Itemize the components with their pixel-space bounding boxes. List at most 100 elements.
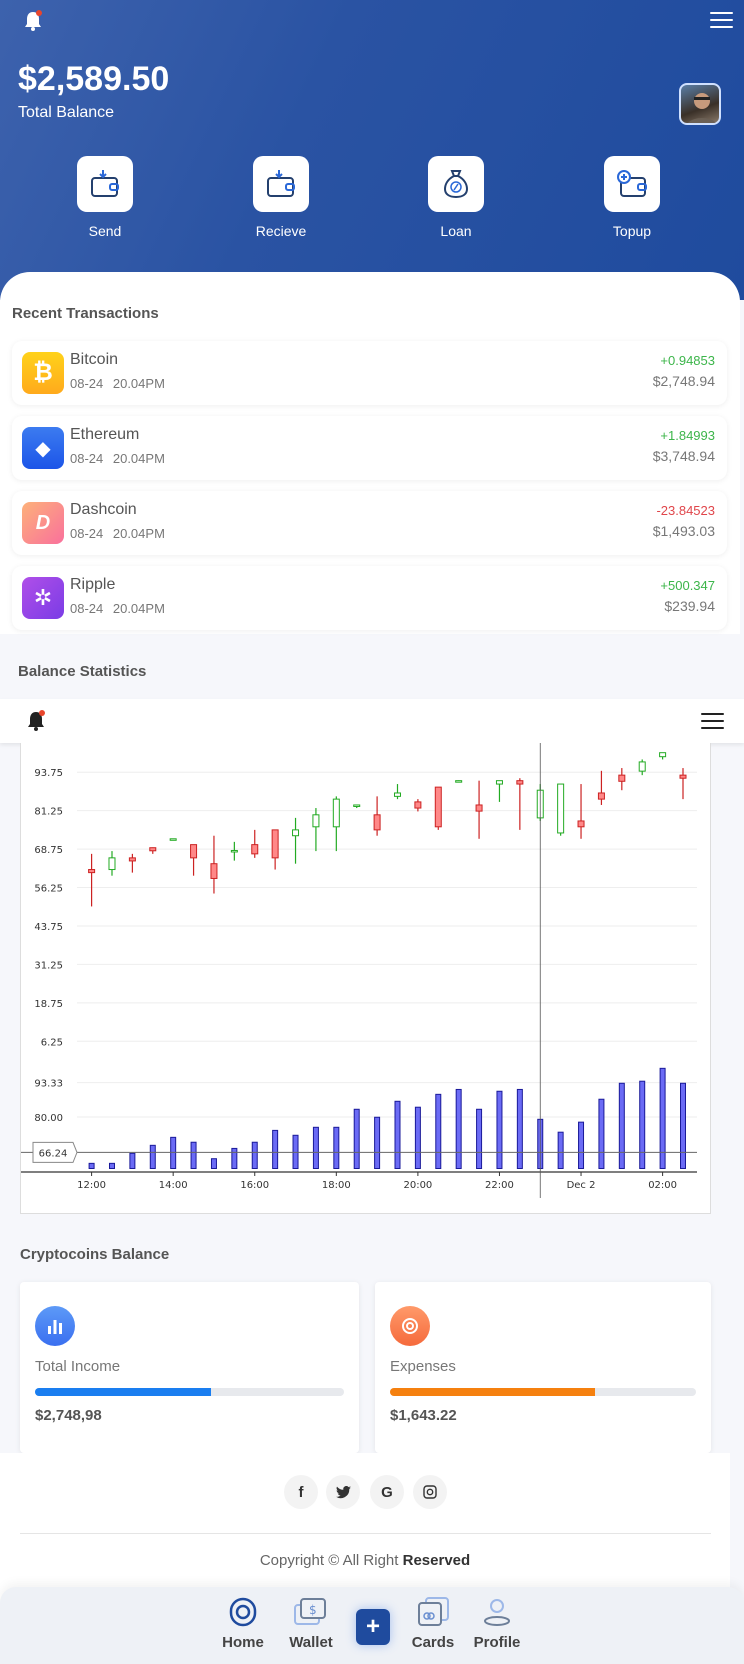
notification-bell-icon[interactable] <box>25 710 47 732</box>
price-tick-label: 6.25 <box>41 1037 63 1048</box>
candle-body <box>312 814 320 828</box>
transaction-name: Dashcoin <box>70 501 137 518</box>
volume-bar <box>312 1126 319 1169</box>
topup-button[interactable] <box>604 156 660 212</box>
candlestick-chart: 6.25 18.75 31.25 43.75 56.25 68.75 81.25 93.75 8… <box>20 743 711 1214</box>
wallet-plus-icon <box>617 170 647 197</box>
candle-body <box>271 829 279 859</box>
loan-button[interactable] <box>428 156 484 212</box>
bottom-navigation: Home $ Wallet + Cards Profile <box>0 1587 744 1664</box>
nav-profile[interactable]: Profile <box>465 1597 529 1651</box>
notification-bell-icon[interactable] <box>22 10 44 32</box>
cards-icon <box>418 1597 449 1626</box>
total-balance-label: Total Balance <box>18 104 115 121</box>
candle-body <box>495 780 503 785</box>
volume-bar <box>333 1126 340 1169</box>
volume-bar <box>210 1158 217 1169</box>
menu-icon[interactable] <box>710 12 733 33</box>
transaction-item-ethereum[interactable]: ◆ Ethereum 08-24 20.04PM +1.84993 $3,748… <box>12 416 727 480</box>
volume-bar <box>108 1162 115 1170</box>
transaction-item-dashcoin[interactable]: D Dashcoin 08-24 20.04PM -23.84523 $1,49… <box>12 491 727 555</box>
send-label: Send <box>88 223 122 239</box>
x-tick-label: 18:00 <box>322 1180 351 1191</box>
receive-button[interactable] <box>253 156 309 212</box>
volume-bar <box>476 1108 483 1169</box>
volume-bar <box>414 1106 421 1169</box>
candle-body <box>230 849 238 853</box>
volume-bar <box>455 1088 462 1170</box>
volume-bar <box>231 1147 238 1170</box>
volume-tick-label: 80.00 <box>34 1113 63 1124</box>
volume-bar <box>496 1090 503 1169</box>
nav-cards[interactable]: Cards <box>401 1597 465 1651</box>
candle-body <box>618 774 626 782</box>
nav-wallet[interactable]: $ Wallet <box>279 1597 343 1651</box>
nav-home[interactable]: Home <box>211 1597 275 1651</box>
candle-body <box>108 857 116 871</box>
target-icon <box>390 1306 430 1346</box>
instagram-icon[interactable] <box>413 1475 447 1509</box>
candle-body <box>190 844 198 859</box>
x-tick-label: 16:00 <box>240 1180 269 1191</box>
candle-body <box>149 847 157 852</box>
transaction-amount: +0.94853 <box>660 353 715 368</box>
x-tick-label: Dec 2 <box>567 1180 596 1191</box>
candle-body <box>393 792 401 797</box>
copyright-reserved: Reserved <box>402 1552 471 1569</box>
footer <box>0 1453 730 1603</box>
google-icon[interactable]: G <box>370 1475 404 1509</box>
topup-label: Topup <box>612 223 652 239</box>
volume-bar <box>251 1141 258 1169</box>
transaction-date: 08-24 20.04PM <box>70 451 165 466</box>
transaction-item-ripple[interactable]: ✲ Ripple 08-24 20.04PM +500.347 $239.94 <box>12 566 727 630</box>
menu-icon[interactable] <box>701 713 724 734</box>
twitter-icon[interactable] <box>326 1475 360 1509</box>
price-tick-label: 81.25 <box>34 807 63 818</box>
x-tick-label: 12:00 <box>77 1180 106 1191</box>
receive-label: Recieve <box>255 223 307 239</box>
volume-bar <box>292 1134 299 1169</box>
candle-body <box>88 869 96 874</box>
card-label: Total Income <box>35 1358 121 1375</box>
profile-icon <box>484 1599 510 1626</box>
ethereum-icon: ◆ <box>22 427 64 469</box>
money-bag-percent-icon <box>443 170 469 199</box>
transaction-date: 08-24 20.04PM <box>70 601 165 616</box>
transaction-amount: +1.84993 <box>660 428 715 443</box>
candle-body <box>210 863 218 879</box>
price-tick-label: 56.25 <box>34 884 63 895</box>
transaction-item-bitcoin[interactable]: ₿ Bitcoin 08-24 20.04PM +0.94853 $2,748.… <box>12 341 727 405</box>
nav-profile-label: Profile <box>473 1634 521 1651</box>
nav-wallet-label: Wallet <box>289 1634 333 1651</box>
price-tick-label: 93.75 <box>34 768 63 779</box>
candle-body <box>414 801 422 809</box>
avatar[interactable] <box>679 83 721 125</box>
nav-cards-label: Cards <box>411 1634 455 1651</box>
volume-bar <box>516 1088 523 1170</box>
x-tick-label: 22:00 <box>485 1180 514 1191</box>
candle-body <box>353 804 361 807</box>
candle-body <box>128 857 136 862</box>
nav-home-label: Home <box>222 1634 264 1651</box>
transaction-name: Bitcoin <box>70 351 119 368</box>
wallet-send-icon <box>91 170 119 197</box>
candle-body <box>251 844 259 855</box>
send-button[interactable] <box>77 156 133 212</box>
price-tick-label: 18.75 <box>34 999 63 1010</box>
candle-body <box>169 838 177 841</box>
candle-body <box>516 780 524 785</box>
wallet-icon: $ <box>294 1598 326 1625</box>
volume-bar <box>88 1162 95 1170</box>
candle-body <box>679 774 687 779</box>
home-icon <box>229 1597 257 1627</box>
volume-bar <box>394 1100 401 1170</box>
price-tick-label: 43.75 <box>34 922 63 933</box>
transaction-value: $1,493.03 <box>652 523 715 539</box>
card-label: Expenses <box>390 1358 456 1375</box>
bar-chart-icon <box>35 1306 75 1346</box>
volume-bar <box>374 1116 381 1170</box>
facebook-icon[interactable]: f <box>284 1475 318 1509</box>
header: $2,589.50 Total Balance Send Recieve Loa… <box>0 0 744 300</box>
add-button[interactable]: + <box>356 1609 390 1645</box>
volume-bar <box>129 1152 136 1169</box>
